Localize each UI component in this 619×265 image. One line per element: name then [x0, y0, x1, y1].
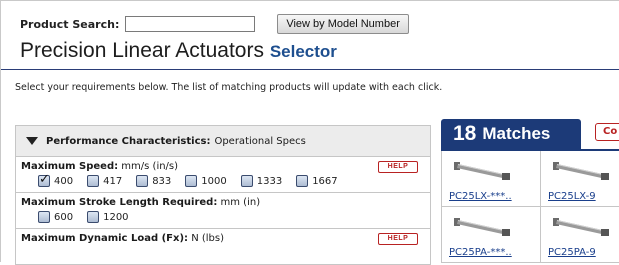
checkbox-checked[interactable] [38, 172, 50, 187]
product-grid: PC25LX-***.. PC25LX-9 PC25PA-***.. PC25P… [441, 149, 619, 263]
filters-panel: Performance Characteristics: Operational… [15, 125, 431, 265]
actuator-product-image[interactable] [551, 215, 611, 239]
product-model-link[interactable]: PC25LX-9 [548, 191, 596, 202]
product-card[interactable]: PC25LX-***.. [441, 151, 541, 207]
option-label: 1200 [103, 211, 129, 223]
checkbox[interactable] [240, 175, 253, 187]
option-speed-1667[interactable]: 1667 [296, 175, 338, 187]
option-speed-1333[interactable]: 1333 [240, 175, 283, 187]
matches-label: Matches [482, 124, 551, 143]
option-label: 1333 [256, 175, 283, 187]
option-label: 833 [152, 175, 172, 187]
section-header-subtitle: Operational Specs [214, 135, 306, 147]
option-label: 417 [103, 175, 123, 187]
checkbox[interactable] [38, 211, 50, 223]
product-search-input[interactable] [125, 16, 256, 32]
product-model-link[interactable]: PC25LX-***.. [449, 191, 512, 202]
help-button[interactable]: HELP [378, 233, 418, 245]
checkbox[interactable] [136, 175, 149, 187]
matches-count: 18 [453, 122, 477, 145]
filter-title-unit: mm/s (in/s) [121, 161, 179, 172]
filter-title-label: Maximum Speed: [21, 161, 119, 172]
product-card[interactable]: PC25PA-***.. [441, 207, 541, 263]
stroke-options: 600 1200 [21, 211, 430, 223]
filter-maximum-stroke-length: Maximum Stroke Length Required: mm (in) … [16, 193, 430, 229]
product-model-link[interactable]: PC25PA-***.. [449, 247, 512, 258]
option-speed-833[interactable]: 833 [136, 175, 171, 187]
matches-panel: 18 Matches Co PC25LX-***.. PC25LX-9 PC25… [441, 119, 619, 263]
matches-tab[interactable]: 18 Matches [441, 119, 581, 149]
filter-title-label: Maximum Dynamic Load (Fx): [21, 233, 189, 244]
instructions-text: Select your requirements below. The list… [15, 82, 443, 93]
collapse-triangle-icon[interactable] [26, 137, 38, 145]
option-speed-417[interactable]: 417 [87, 175, 122, 187]
actuator-product-image[interactable] [452, 215, 512, 239]
performance-section-header[interactable]: Performance Characteristics: Operational… [16, 126, 430, 157]
option-label: 1000 [201, 175, 227, 187]
product-card[interactable]: PC25PA-9 [541, 207, 619, 263]
actuator-product-image[interactable] [452, 159, 512, 183]
page-title: Precision Linear Actuators Selector [20, 39, 337, 63]
compare-button[interactable]: Co [595, 123, 619, 141]
checkbox[interactable] [185, 175, 198, 187]
filter-title-unit: N (lbs) [191, 233, 225, 244]
actuator-product-image[interactable] [551, 159, 611, 183]
option-stroke-600[interactable]: 600 [38, 211, 73, 223]
checkbox[interactable] [87, 175, 100, 187]
product-card[interactable]: PC25LX-9 [541, 151, 619, 207]
product-search-label: Product Search: [20, 17, 120, 31]
page-title-main: Precision Linear Actuators [20, 39, 264, 62]
filter-title-label: Maximum Stroke Length Required: [21, 197, 218, 208]
view-by-model-number-button[interactable]: View by Model Number [277, 14, 409, 34]
option-label: 1667 [312, 175, 338, 187]
title-divider [1, 69, 619, 70]
filter-maximum-dynamic-load: Maximum Dynamic Load (Fx): N (lbs) HELP [16, 229, 430, 259]
option-label: 600 [54, 211, 74, 223]
option-speed-1000[interactable]: 1000 [185, 175, 227, 187]
option-label: 400 [54, 175, 74, 187]
filter-title-unit: mm (in) [220, 197, 261, 208]
filter-maximum-speed: Maximum Speed: mm/s (in/s) HELP 400 417 … [16, 157, 430, 193]
checkbox[interactable] [296, 175, 309, 187]
speed-options: 400 417 833 1000 1333 1667 [21, 172, 430, 187]
help-button[interactable]: HELP [378, 161, 418, 173]
filter-title: Maximum Dynamic Load (Fx): N (lbs) [21, 233, 430, 244]
option-stroke-1200[interactable]: 1200 [87, 211, 129, 223]
section-header-bold: Performance Characteristics: [46, 135, 211, 147]
filter-title: Maximum Stroke Length Required: mm (in) [21, 197, 430, 208]
option-speed-400[interactable]: 400 [38, 172, 74, 187]
product-search-row: Product Search: View by Model Number [20, 13, 409, 35]
checkbox[interactable] [87, 211, 100, 223]
page-title-sub: Selector [269, 42, 337, 61]
selector-page: Product Search: View by Model Number Pre… [0, 0, 619, 265]
filter-title: Maximum Speed: mm/s (in/s) [21, 161, 430, 172]
product-model-link[interactable]: PC25PA-9 [548, 247, 596, 258]
